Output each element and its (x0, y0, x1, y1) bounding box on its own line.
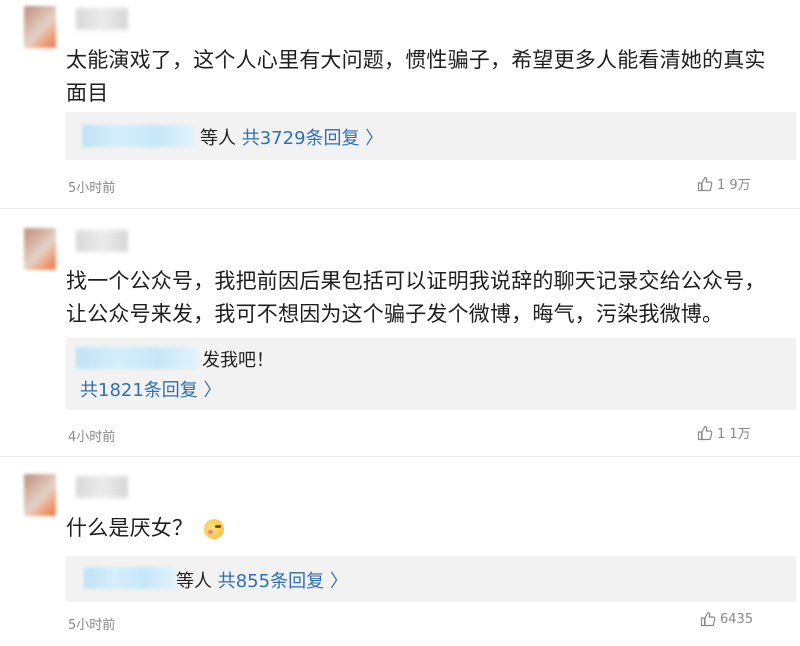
reply-preview[interactable]: 发我吧！ 共1821条回复 〉 (66, 338, 796, 410)
thumbs-up-icon (697, 425, 713, 441)
thumbs-up-icon (697, 176, 713, 192)
divider (0, 456, 800, 457)
reply-preview[interactable]: 等人 共855条回复 〉 (66, 556, 796, 602)
like-button[interactable]: 1 9万 (697, 174, 751, 193)
chevron-right-icon[interactable]: 〉 (365, 128, 383, 149)
reply-usernames (84, 567, 176, 589)
reply-preview[interactable]: 等人 共3729条回复 〉 (66, 112, 796, 160)
like-count: 6435 (720, 611, 754, 627)
reply-count-link[interactable]: 共1821条回复 (80, 380, 198, 401)
comment-text: 找一个公众号，我把前因后果包括可以证明我说辞的聊天记录交给公众号，让公众号来发，… (66, 269, 766, 326)
avatar[interactable] (24, 6, 56, 48)
comment-time: 5小时前 (68, 181, 116, 196)
username[interactable] (76, 8, 128, 30)
comment-text: 太能演戏了，这个人心里有大问题，惯性骗子，希望更多人能看清她的真实面目 (66, 48, 766, 105)
divider (0, 208, 800, 209)
reply-usernames (82, 125, 194, 147)
reply-suffix: 等人 (176, 571, 212, 592)
comment-time: 5小时前 (68, 618, 116, 633)
reply-suffix: 等人 (200, 128, 236, 149)
thumbs-up-icon (700, 611, 716, 627)
username[interactable] (76, 476, 128, 498)
like-count: 1 9万 (717, 178, 751, 193)
reply-count-link[interactable]: 共855条回复 (218, 571, 324, 592)
like-count: 1 1万 (717, 427, 751, 442)
avatar[interactable] (24, 228, 56, 270)
reply-usernames (76, 347, 198, 369)
comment-text: 什么是厌女？ (66, 516, 194, 540)
comment-time: 4小时前 (68, 430, 116, 445)
reply-suffix: 发我吧！ (202, 350, 274, 371)
blushing-face-icon (204, 519, 225, 539)
like-button[interactable]: 6435 (700, 611, 753, 627)
chevron-right-icon[interactable]: 〉 (330, 571, 348, 592)
username[interactable] (76, 230, 128, 252)
reply-count-link[interactable]: 共3729条回复 (242, 128, 360, 149)
avatar[interactable] (24, 474, 56, 516)
chevron-right-icon[interactable]: 〉 (204, 380, 222, 401)
like-button[interactable]: 1 1万 (697, 423, 751, 442)
